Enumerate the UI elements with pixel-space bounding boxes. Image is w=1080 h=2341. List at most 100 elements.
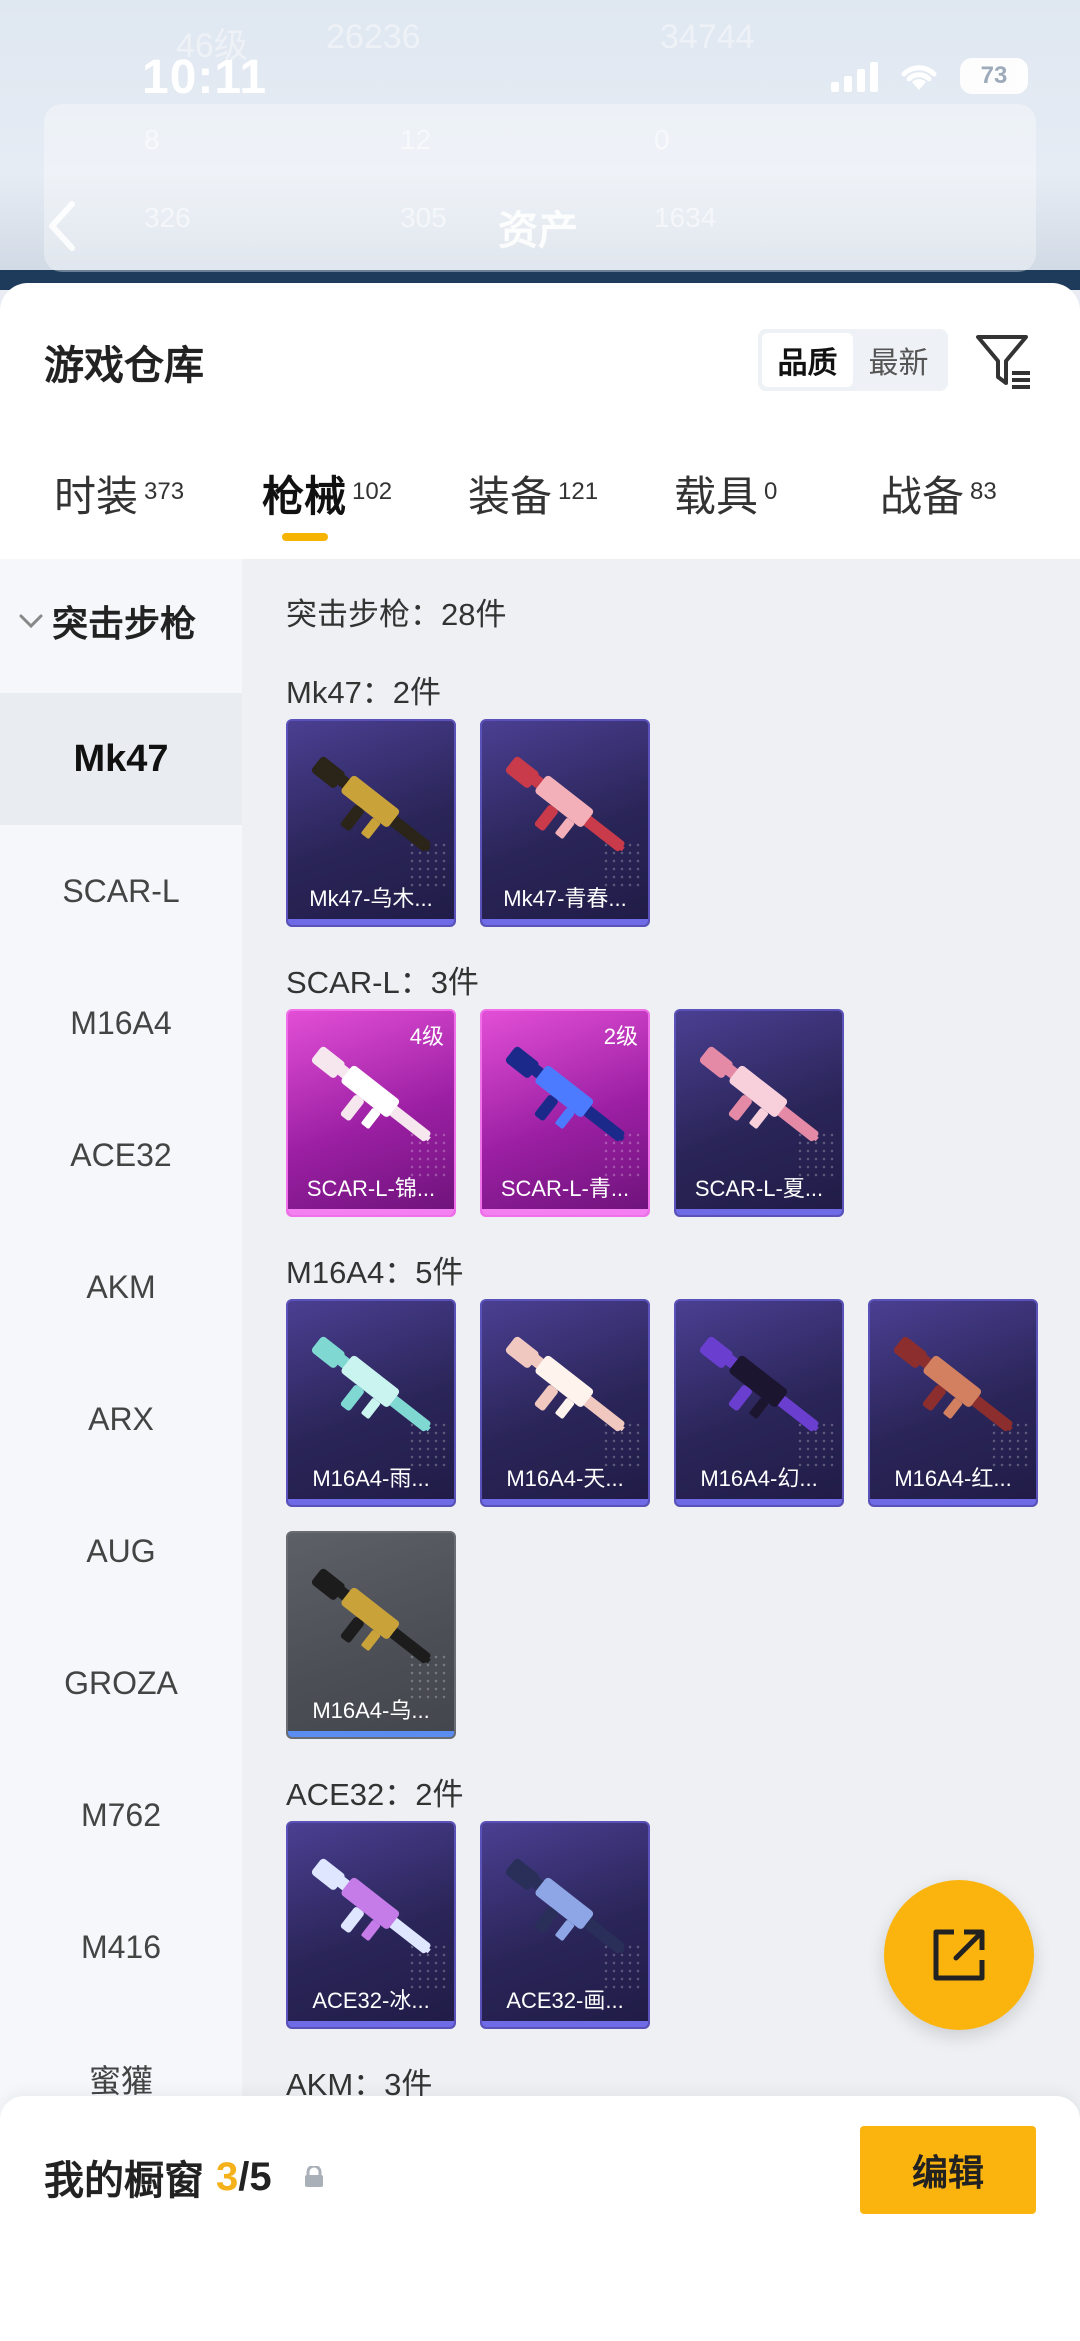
battery-indicator: 73 [960,58,1028,94]
category-tabs: 时装 373 枪械 102 装备 121 载具 0 战备 83 [0,463,1080,563]
asset-stat: 8 [144,124,160,155]
card-name: M16A4-幻... [700,1466,818,1491]
page-title: 资产 [498,209,578,253]
sidebar-item-arx[interactable]: ARX [0,1353,242,1485]
asset-row-1: 8 12 0 [44,124,1036,184]
section-title: SCAR-L：3件 [286,965,479,1000]
tab-label: 枪械 [262,473,347,520]
showcase-current: 3 [216,2154,239,2199]
sidebar-item-ace32[interactable]: ACE32 [0,1089,242,1221]
section-title: M16A4：5件 [286,1255,464,1290]
sort-toggle: 品质 最新 [758,329,948,391]
card-level: 4级 [409,1024,444,1049]
card-name: ACE32-冰... [312,1988,430,2013]
inventory-sheet: 游戏仓库 品质 最新 时装 373 枪械 102 装备 121 载具 0 战备 83 [0,283,1080,2341]
category-label: 突击步枪 [52,603,197,644]
external-link-icon [933,1929,985,1981]
asset-stat: 326 [144,202,191,233]
rifle-icon [505,1336,625,1432]
tab-label: 时装 [54,473,139,520]
sidebar-item-groza[interactable]: GROZA [0,1617,242,1749]
ghost-coins: 26236 [326,18,421,56]
category-header[interactable]: 突击步枪 [18,595,196,647]
lock-icon [304,2166,323,2187]
card-name: M16A4-红... [894,1466,1012,1491]
section-title: ACE32：2件 [286,1777,464,1812]
tab-label: 装备 [468,473,553,520]
signal-icon [831,60,878,92]
rifle-icon [893,1336,1013,1432]
showcase-bar: 我的橱窗 3 /5 编辑 [0,2096,1080,2341]
sort-by-quality[interactable]: 品质 [762,333,853,387]
showcase-label: 我的橱窗 [44,2159,204,2203]
weapon-card[interactable]: M16A4-乌... [286,1531,456,1739]
rifle-icon [699,1046,819,1142]
rifle-icon [311,1336,431,1432]
showcase-total: /5 [238,2154,272,2199]
tab-vehicles[interactable]: 载具 0 [674,463,777,563]
weapon-card[interactable]: ACE32-画... [480,1821,650,2029]
weapon-card[interactable]: M16A4-雨... [286,1299,456,1507]
sidebar-item-aug[interactable]: AUG [0,1485,242,1617]
weapon-card[interactable]: M16A4-红... [868,1299,1038,1507]
tab-guns[interactable]: 枪械 102 [262,463,392,563]
sidebar-item-m762[interactable]: M762 [0,1749,242,1881]
asset-stat: 1634 [654,202,717,233]
sidebar-item-mk47[interactable]: Mk47 [0,693,242,825]
weapon-grid: 突击步枪：28件 Mk47：2件 Mk47-乌木... Mk47-青春... SCAR… [242,559,1080,2341]
share-button[interactable] [884,1880,1034,2030]
rifle-icon [311,1568,431,1664]
card-level: 2级 [603,1024,638,1049]
sidebar-item-m16a4[interactable]: M16A4 [0,957,242,1089]
status-bar: 46级 26236 34744 10:11 73 [0,0,1080,110]
tab-count: 0 [764,477,778,505]
tab-supplies[interactable]: 战备 83 [880,463,997,563]
tab-fashion[interactable]: 时装 373 [54,463,184,563]
card-name: M16A4-雨... [312,1466,430,1491]
weapon-card[interactable]: M16A4-幻... [674,1299,844,1507]
card-name: SCAR-L-青... [500,1176,630,1201]
weapon-card[interactable]: M16A4-天... [480,1299,650,1507]
status-icons: 73 [831,58,1028,94]
tab-count: 121 [558,477,599,505]
rifle-icon [505,1858,625,1954]
sheet-title: 游戏仓库 [44,344,204,388]
sidebar-item-m416[interactable]: M416 [0,1881,242,2013]
card-name: SCAR-L-夏... [694,1176,824,1201]
card-name: ACE32-画... [506,1988,624,2013]
weapon-card[interactable]: Mk47-乌木... [286,719,456,927]
tab-count: 102 [352,477,393,505]
rifle-icon [505,756,625,852]
sort-by-latest[interactable]: 最新 [853,333,944,387]
card-name: M16A4-乌... [312,1698,430,1723]
sidebar-item-scar-l[interactable]: SCAR-L [0,825,242,957]
showcase-info: 我的橱窗 3 /5 [44,2148,326,2206]
wifi-icon [901,65,937,90]
asset-stat: 0 [654,124,670,155]
status-time: 10:11 [142,51,268,104]
tab-count: 373 [144,477,185,505]
card-name: Mk47-青春... [503,886,627,911]
weapon-type-sidebar: 突击步枪 Mk47 SCAR-L M16A4 ACE32 AKM ARX AUG GROZA M… [0,559,242,2341]
rifle-icon [311,1858,431,1954]
section-title: Mk47：2件 [286,675,442,710]
tab-count: 83 [970,477,997,505]
ghost-value: 34744 [660,18,755,56]
weapon-card[interactable]: SCAR-L-夏... [674,1009,844,1217]
tab-label: 载具 [674,473,759,520]
tab-active-indicator [282,533,328,541]
filter-icon[interactable] [974,331,1032,391]
tab-equipment[interactable]: 装备 121 [468,463,598,563]
weapon-card[interactable]: ACE32-冰... [286,1821,456,2029]
rifle-icon [699,1336,819,1432]
weapon-card[interactable]: 2级 SCAR-L-青... [480,1009,650,1217]
weapon-card[interactable]: 4级 SCAR-L-锦... [286,1009,456,1217]
sidebar-item-akm[interactable]: AKM [0,1221,242,1353]
edit-button[interactable]: 编辑 [860,2126,1036,2214]
card-name: Mk47-乌木... [309,886,433,911]
rifle-icon [311,756,431,852]
back-arrow-icon[interactable] [40,196,84,256]
card-name: SCAR-L-锦... [306,1176,436,1201]
weapon-card[interactable]: Mk47-青春... [480,719,650,927]
tab-label: 战备 [880,473,965,520]
